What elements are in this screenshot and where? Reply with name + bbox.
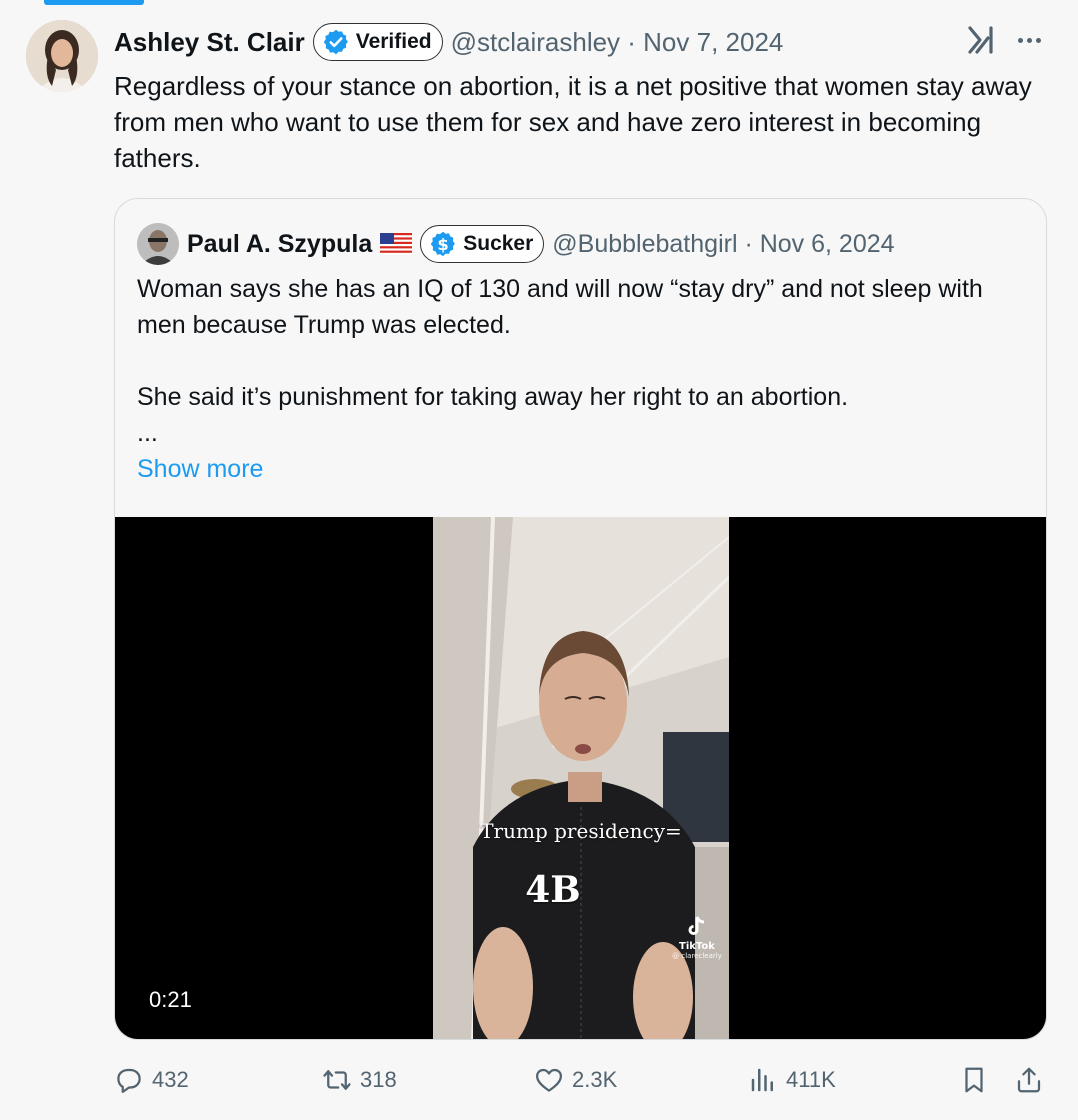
- like-count: 2.3K: [572, 1067, 618, 1092]
- tab-indicator: [44, 0, 144, 5]
- video-overlay-text: Trump presidency=: [480, 819, 682, 843]
- quoted-tweet[interactable]: Paul A. Szypula $ Sucker @Bubblebathgirl…: [114, 198, 1047, 1040]
- sucker-badge-label: Sucker: [463, 232, 534, 255]
- grok-icon[interactable]: [966, 24, 998, 56]
- show-more-link[interactable]: Show more: [137, 451, 1037, 487]
- repost-count: 318: [360, 1067, 397, 1092]
- us-flag-icon: [380, 233, 413, 255]
- quoted-ellipsis: ...: [137, 419, 158, 447]
- views-icon: [751, 1068, 773, 1092]
- repost-icon: [323, 1070, 351, 1090]
- verified-badge[interactable]: Verified: [312, 23, 443, 61]
- verified-badge-label: Verified: [355, 30, 432, 53]
- quoted-paragraph-1: Woman says she has an IQ of 130 and will…: [137, 275, 983, 339]
- video-duration: 0:21: [139, 983, 202, 1017]
- quoted-text: Woman says she has an IQ of 130 and will…: [137, 271, 1037, 487]
- like-icon: [536, 1068, 562, 1092]
- reply-button[interactable]: 432: [114, 1060, 189, 1100]
- like-button[interactable]: 2.3K: [534, 1060, 617, 1100]
- reply-icon: [117, 1068, 141, 1093]
- video-player[interactable]: Trump presidency= 4B TikTok @ clareclear…: [115, 517, 1046, 1039]
- author-name[interactable]: Ashley St. Clair: [114, 27, 305, 58]
- tiktok-icon: [688, 916, 705, 935]
- quoted-header: Paul A. Szypula $ Sucker @Bubblebathgirl…: [187, 223, 895, 265]
- quoted-paragraph-2: She said it’s punishment for taking away…: [137, 383, 849, 411]
- tiktok-watermark: TikTok @ clareclearly: [667, 915, 727, 960]
- verified-check-icon: [323, 29, 348, 55]
- bookmark-icon: [965, 1067, 983, 1093]
- sucker-badge[interactable]: $ Sucker: [420, 225, 545, 263]
- share-icon: [1017, 1067, 1041, 1093]
- tiktok-name: TikTok: [679, 941, 715, 952]
- author-handle-date[interactable]: @stclairashley · Nov 7, 2024: [451, 27, 784, 58]
- views-count: 411K: [786, 1067, 836, 1092]
- tweet-text: Regardless of your stance on abortion, i…: [114, 71, 1032, 173]
- quoted-handle-date[interactable]: @Bubblebathgirl · Nov 6, 2024: [552, 230, 894, 259]
- tiktok-handle: @ clareclearly: [672, 952, 722, 960]
- quoted-author-name[interactable]: Paul A. Szypula: [187, 230, 372, 259]
- action-bar: 432 318 2.3K 411K: [114, 1060, 1054, 1100]
- views-button[interactable]: 411K: [748, 1060, 836, 1100]
- dollar-badge-icon: $: [430, 231, 456, 257]
- avatar[interactable]: [26, 20, 98, 92]
- video-overlay-big-text: 4B: [525, 869, 581, 911]
- reply-count: 432: [152, 1067, 189, 1092]
- quoted-avatar[interactable]: [137, 223, 179, 265]
- more-icon[interactable]: [1012, 26, 1046, 54]
- bookmark-button[interactable]: [959, 1060, 989, 1100]
- tweet-header: Ashley St. Clair Verified @stclairashley…: [114, 22, 783, 62]
- share-button[interactable]: [1014, 1060, 1044, 1100]
- repost-button[interactable]: 318: [322, 1060, 397, 1100]
- svg-text:$: $: [438, 235, 449, 254]
- video-frame: Trump presidency= 4B TikTok @ clareclear…: [433, 517, 729, 1039]
